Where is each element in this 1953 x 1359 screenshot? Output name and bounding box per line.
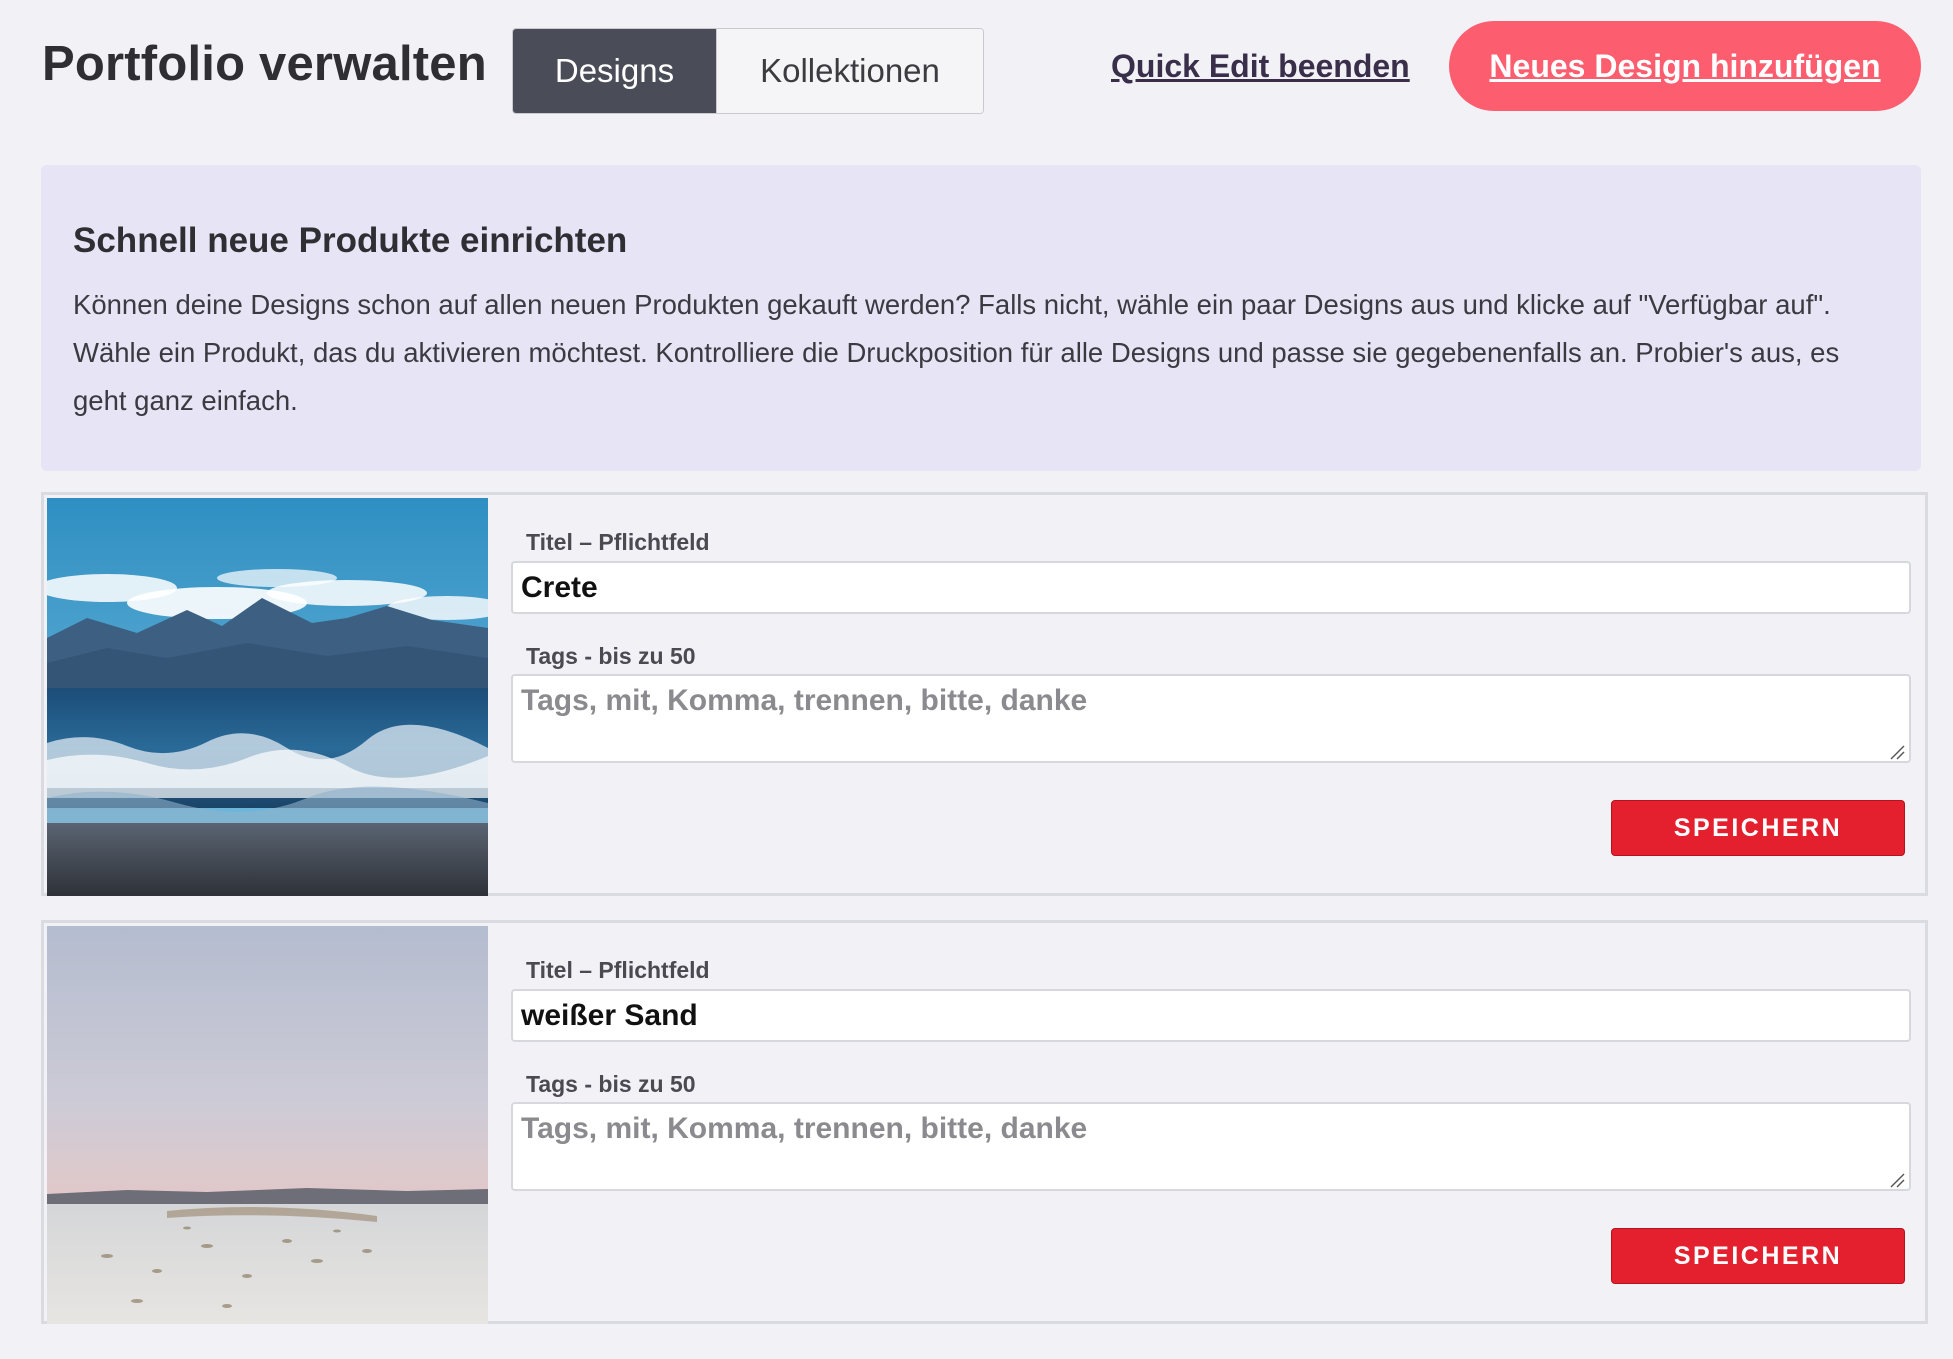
view-tabs: Designs Kollektionen <box>512 28 984 114</box>
title-input[interactable] <box>511 561 1911 614</box>
tags-input[interactable] <box>511 1102 1911 1191</box>
page-header: Portfolio verwalten Designs Kollektionen… <box>0 0 1953 130</box>
info-banner-text: Können deine Designs schon auf allen neu… <box>73 289 1840 416</box>
title-input[interactable] <box>511 989 1911 1042</box>
title-field-label: Titel – Pflichtfeld <box>526 529 710 555</box>
info-banner-title: Schnell neue Produkte einrichten <box>73 221 628 260</box>
design-thumbnail[interactable] <box>47 926 488 1324</box>
tags-field-label: Tags - bis zu 50 <box>526 643 696 669</box>
resize-handle-icon[interactable] <box>1889 1172 1905 1188</box>
quick-edit-exit-link[interactable]: Quick Edit beenden <box>1111 48 1410 85</box>
save-button[interactable]: SPEICHERN <box>1611 1228 1905 1284</box>
design-card: Titel – Pflichtfeld Tags - bis zu 50 SPE… <box>41 492 1928 896</box>
resize-handle-icon[interactable] <box>1889 744 1905 760</box>
design-card: Titel – Pflichtfeld Tags - bis zu 50 SPE… <box>41 920 1928 1324</box>
title-field-label: Titel – Pflichtfeld <box>526 957 710 983</box>
design-thumbnail[interactable] <box>47 498 488 896</box>
tags-field-label: Tags - bis zu 50 <box>526 1071 696 1097</box>
page-title: Portfolio verwalten <box>42 37 487 91</box>
tab-designs[interactable]: Designs <box>513 29 716 113</box>
tab-kollektionen[interactable]: Kollektionen <box>716 29 983 113</box>
save-button[interactable]: SPEICHERN <box>1611 800 1905 856</box>
info-banner: Schnell neue Produkte einrichten Können … <box>41 165 1921 471</box>
tags-input[interactable] <box>511 674 1911 763</box>
add-new-design-button[interactable]: Neues Design hinzufügen <box>1449 21 1921 111</box>
